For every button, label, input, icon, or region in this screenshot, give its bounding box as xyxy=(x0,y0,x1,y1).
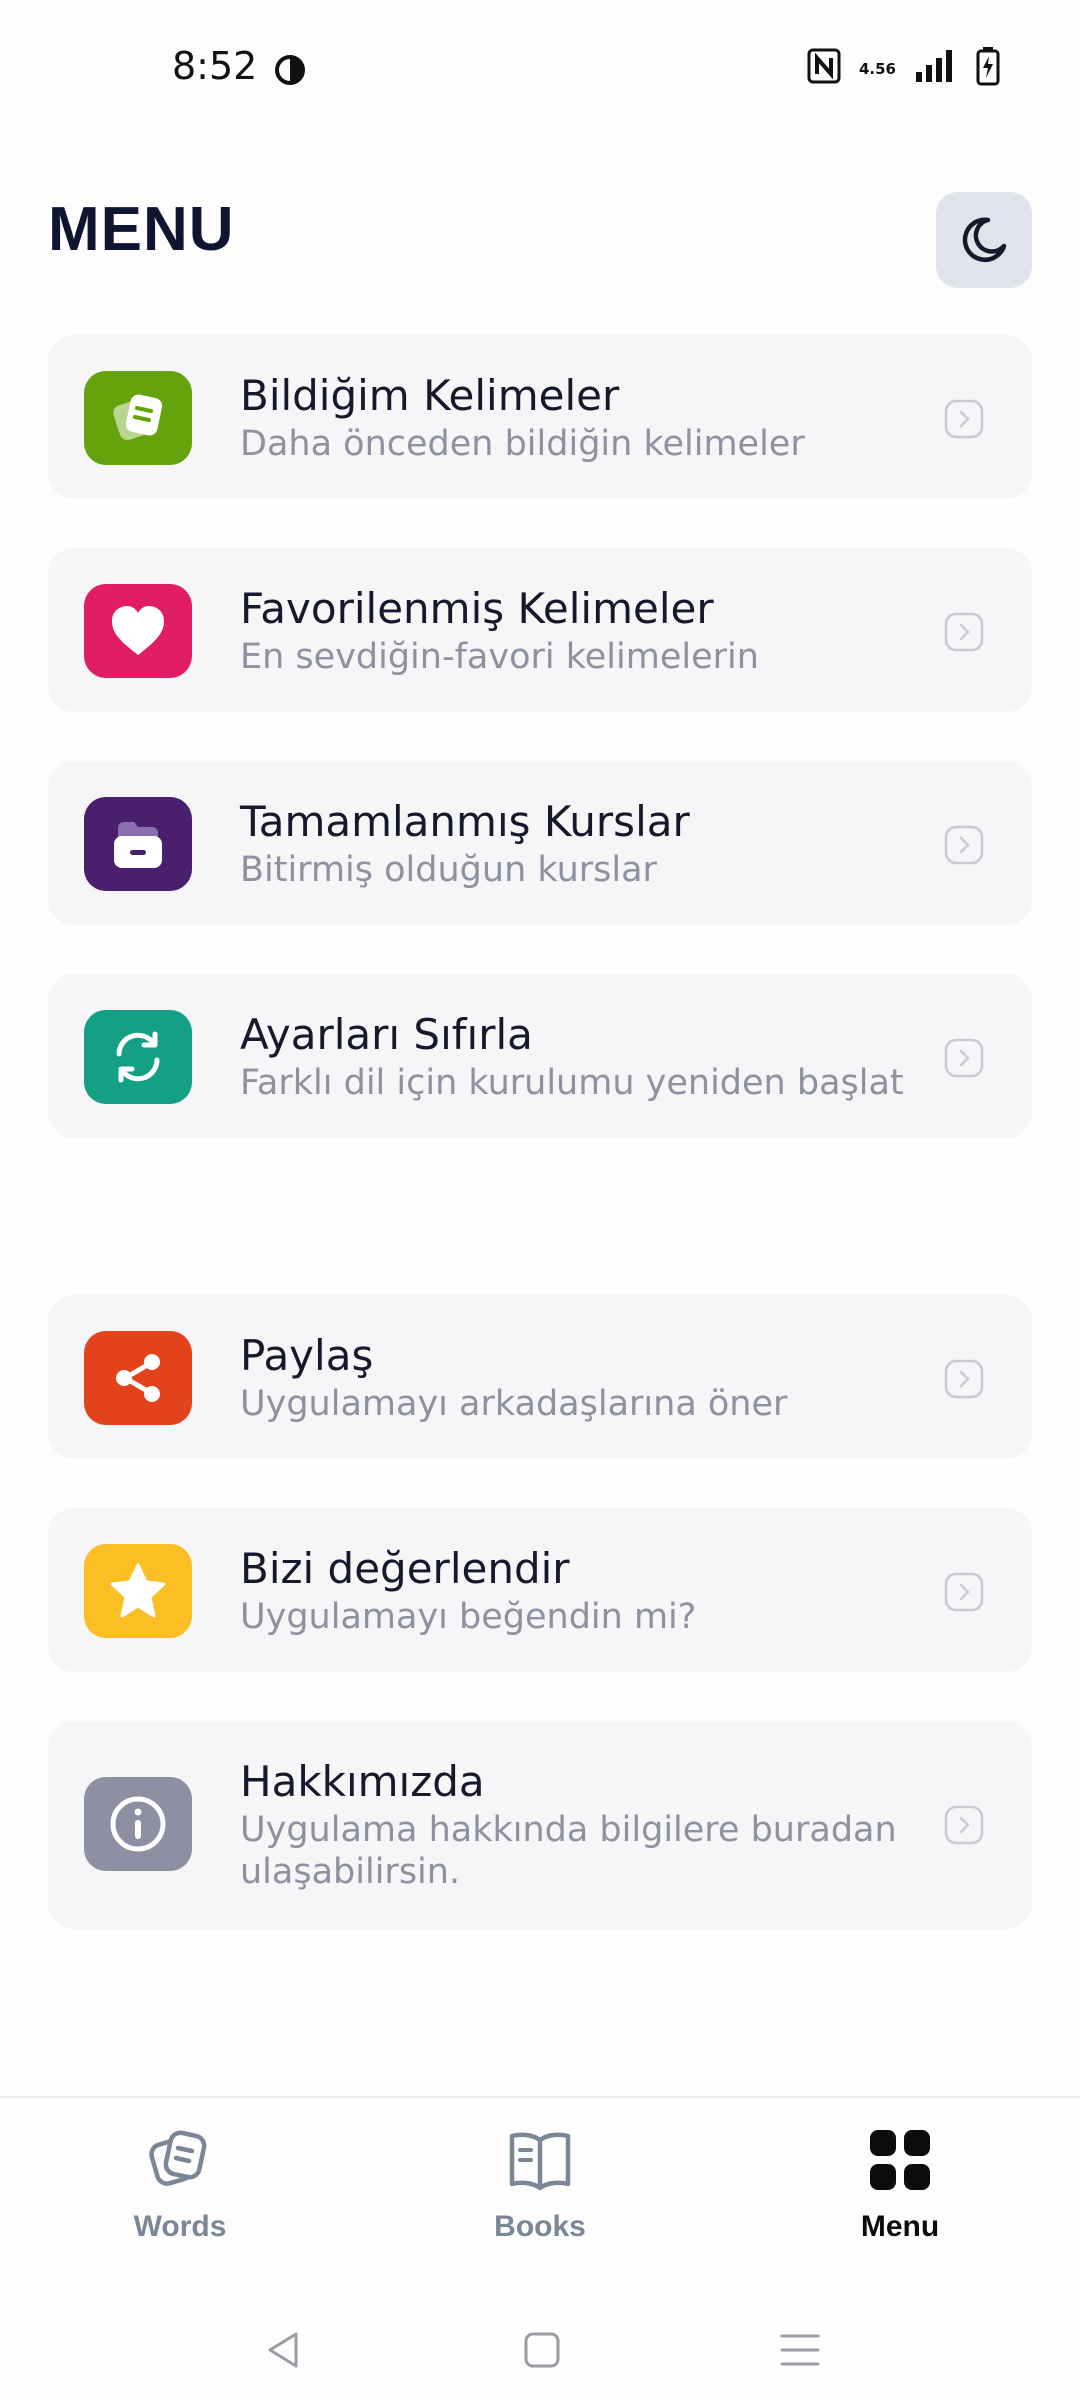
back-icon[interactable] xyxy=(260,2326,308,2374)
menu-item-title: Bizi değerlendir xyxy=(240,1544,570,1593)
menu-item-share[interactable]: Paylaş Uygulamayı arkadaşlarına öner xyxy=(48,1295,1032,1459)
words-icon xyxy=(149,2130,207,2186)
menu-item-subtitle: Daha önceden bildiğin kelimeler xyxy=(240,424,805,464)
menu-item-subtitle: En sevdiğin-favori kelimelerin xyxy=(240,637,759,677)
menu-item-text: Tamamlanmış Kurslar Bitirmiş olduğun kur… xyxy=(240,797,960,891)
chevron-right-icon xyxy=(944,1038,984,1078)
dark-mode-toggle-button[interactable] xyxy=(936,192,1032,288)
refresh-icon xyxy=(84,1010,192,1104)
heart-icon xyxy=(84,584,192,678)
menu-item-title: Bildiğim Kelimeler xyxy=(240,371,620,420)
menu-item-title: Favorilenmiş Kelimeler xyxy=(240,584,714,633)
recents-icon[interactable] xyxy=(776,2326,824,2374)
tab-label: Menu xyxy=(860,2210,940,2243)
menu-item-text: Bizi değerlendir Uygulamayı beğendin mi? xyxy=(240,1544,960,1638)
menu-item-known-words[interactable]: Bildiğim Kelimeler Daha önceden bildiğin… xyxy=(48,335,1032,499)
status-icons: 4.56 xyxy=(807,46,1000,91)
menu-item-title: Tamamlanmış Kurslar xyxy=(240,797,690,846)
network-speed: 4.56 xyxy=(858,59,896,78)
menu-item-title: Hakkımızda xyxy=(240,1757,485,1806)
chevron-right-icon xyxy=(944,612,984,652)
info-icon xyxy=(84,1777,192,1871)
book-icon xyxy=(509,2132,571,2191)
menu-item-title: Ayarları Sıfırla xyxy=(240,1010,533,1059)
tab-books[interactable]: Books xyxy=(420,2124,660,2274)
chevron-right-icon xyxy=(944,399,984,439)
chevron-right-icon xyxy=(944,1359,984,1399)
battery-charging-icon xyxy=(976,46,1000,91)
menu-item-text: Favorilenmiş Kelimeler En sevdiğin-favor… xyxy=(240,584,960,678)
bottom-tab-bar: Words Books Menu xyxy=(0,2096,1080,2296)
nfc-icon xyxy=(807,48,841,89)
signal-icon xyxy=(914,48,958,89)
menu-item-text: Bildiğim Kelimeler Daha önceden bildiğin… xyxy=(240,371,960,465)
tab-label: Words xyxy=(133,2210,227,2243)
home-icon[interactable] xyxy=(518,2326,566,2374)
menu-item-text: Paylaş Uygulamayı arkadaşlarına öner xyxy=(240,1331,960,1425)
menu-item-reset-settings[interactable]: Ayarları Sıfırla Farklı dil için kurulum… xyxy=(48,974,1032,1138)
grid-icon xyxy=(870,2130,930,2190)
tab-words[interactable]: Words xyxy=(60,2124,300,2274)
menu-item-completed-courses[interactable]: Tamamlanmış Kurslar Bitirmiş olduğun kur… xyxy=(48,761,1032,925)
share-icon xyxy=(84,1331,192,1425)
header: MENU xyxy=(48,188,1032,288)
chevron-right-icon xyxy=(944,1572,984,1612)
menu-item-text: Hakkımızda Uygulama hakkında bilgilere b… xyxy=(240,1757,960,1893)
chevron-right-icon xyxy=(944,825,984,865)
star-icon xyxy=(84,1544,192,1638)
data-saver-icon xyxy=(272,52,308,88)
status-bar: 8:52 4.56 xyxy=(0,0,1080,140)
moon-icon xyxy=(962,217,1007,263)
status-time: 8:52 xyxy=(172,44,258,88)
tab-menu[interactable]: Menu xyxy=(780,2124,1020,2274)
menu-item-text: Ayarları Sıfırla Farklı dil için kurulum… xyxy=(240,1010,960,1104)
menu-item-favorite-words[interactable]: Favorilenmiş Kelimeler En sevdiğin-favor… xyxy=(48,548,1032,712)
tab-label: Books xyxy=(494,2210,586,2243)
page-title: MENU xyxy=(48,195,235,264)
chevron-right-icon xyxy=(944,1805,984,1845)
menu-item-rate-us[interactable]: Bizi değerlendir Uygulamayı beğendin mi? xyxy=(48,1508,1032,1672)
system-navigation-bar xyxy=(0,2296,1080,2400)
menu-item-subtitle: Uygulamayı arkadaşlarına öner xyxy=(240,1384,788,1424)
folder-icon xyxy=(84,797,192,891)
menu-item-subtitle: Bitirmiş olduğun kurslar xyxy=(240,850,657,890)
menu-item-subtitle: Uygulamayı beğendin mi? xyxy=(240,1597,697,1637)
menu-item-title: Paylaş xyxy=(240,1331,374,1380)
menu-item-subtitle: Farklı dil için kurulumu yeniden başlat xyxy=(240,1063,904,1103)
word-cards-icon xyxy=(84,371,192,465)
menu-item-about-us[interactable]: Hakkımızda Uygulama hakkında bilgilere b… xyxy=(48,1721,1032,1929)
menu-item-subtitle: Uygulama hakkında bilgilere buradan ulaş… xyxy=(240,1810,897,1892)
